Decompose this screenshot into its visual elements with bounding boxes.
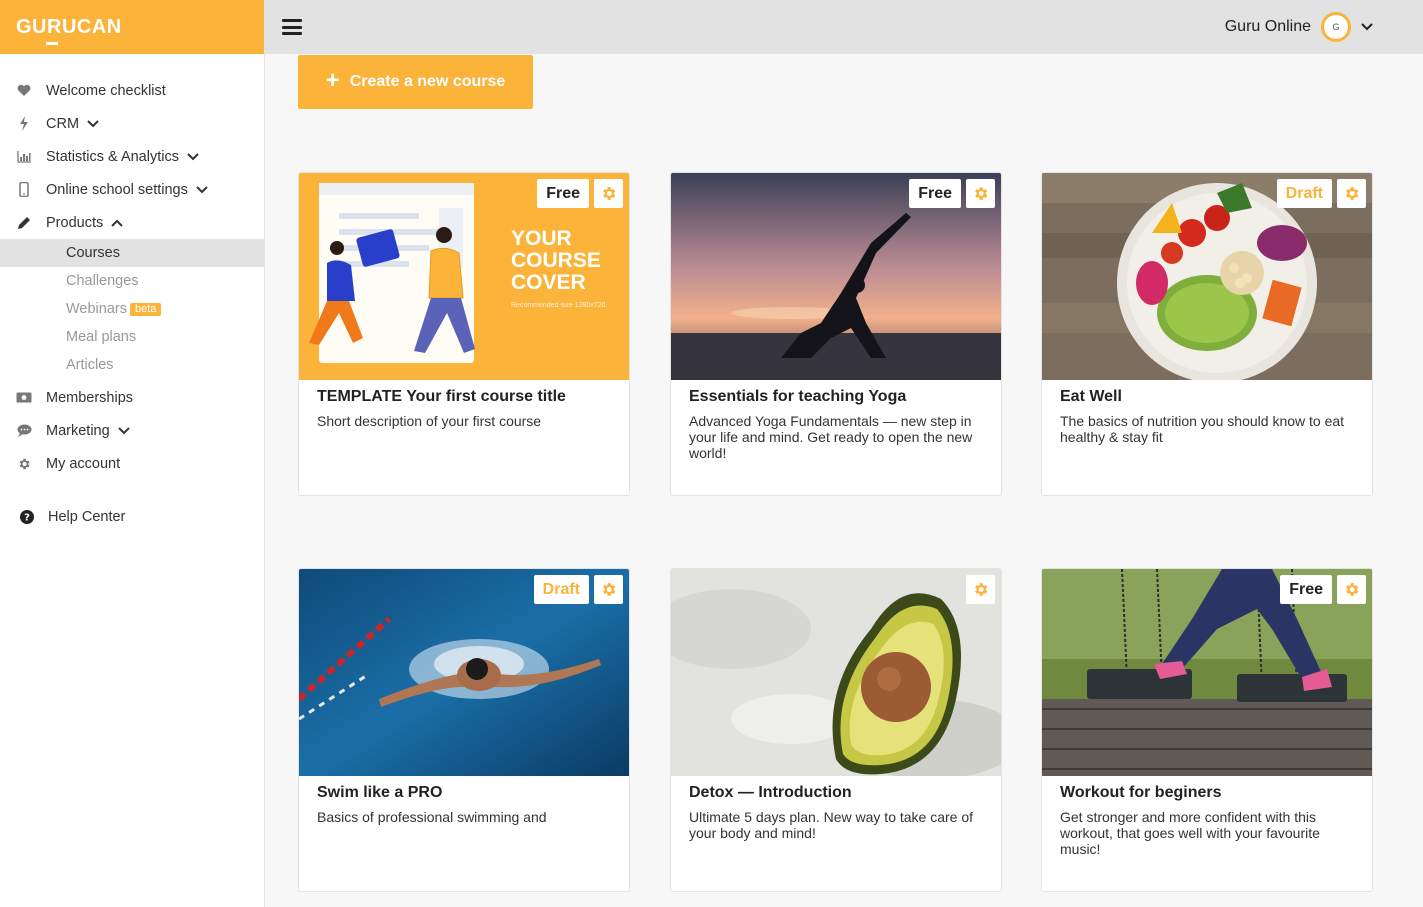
course-card[interactable]: Draft Swim like a PRO Basics of professi… <box>298 568 630 892</box>
heart-icon <box>16 83 32 99</box>
sidebar-subitem-webinars[interactable]: Webinars beta <box>0 295 264 323</box>
subitem-label: Courses <box>66 245 120 261</box>
logo-underline <box>46 41 58 45</box>
sidebar-subitem-challenges[interactable]: Challenges <box>0 267 264 295</box>
products-submenu: Courses Challenges Webinars beta Meal pl… <box>0 239 264 379</box>
money-icon <box>16 390 32 406</box>
course-description: Ultimate 5 days plan. New way to take ca… <box>689 809 974 841</box>
status-badge: Free <box>909 179 961 208</box>
logo-text: GURUCAN <box>16 15 122 38</box>
chevron-down-icon[interactable] <box>117 426 130 435</box>
course-description: Basics of professional swimming and <box>317 809 547 825</box>
course-title[interactable]: Detox — Introduction <box>689 784 852 802</box>
course-description: The basics of nutrition you should know … <box>1060 413 1345 445</box>
sidebar-item-label: Marketing <box>46 422 110 439</box>
chat-icon <box>16 423 32 439</box>
course-title[interactable]: TEMPLATE Your first course title <box>317 388 566 406</box>
sidebar-subitem-articles[interactable]: Articles <box>0 351 264 379</box>
cover-text: COURSE <box>511 249 601 272</box>
settings-gear-icon[interactable] <box>594 575 623 604</box>
settings-gear-icon[interactable] <box>966 575 995 604</box>
sidebar-item-my-account[interactable]: My account <box>0 447 264 480</box>
course-title[interactable]: Swim like a PRO <box>317 784 442 802</box>
sidebar-item-label: Online school settings <box>46 181 188 198</box>
sidebar-subitem-meal-plans[interactable]: Meal plans <box>0 323 264 351</box>
sidebar-item-label: Statistics & Analytics <box>46 148 179 165</box>
sidebar-subitem-courses[interactable]: Courses <box>0 239 264 267</box>
subitem-label: Articles <box>66 357 114 373</box>
sidebar-item-marketing[interactable]: Marketing <box>0 414 264 447</box>
avatar-initial: G <box>1332 22 1340 32</box>
chevron-up-icon[interactable] <box>111 219 123 227</box>
sidebar-item-welcome-checklist[interactable]: Welcome checklist <box>0 74 264 107</box>
sidebar-item-help-center[interactable]: ? Help Center <box>0 500 264 533</box>
status-badge: Free <box>537 179 589 208</box>
sidebar-item-statistics[interactable]: Statistics & Analytics <box>0 140 264 173</box>
course-title[interactable]: Workout for beginers <box>1060 784 1222 802</box>
sidebar-item-label: Products <box>46 214 104 231</box>
sidebar-nav-secondary: Memberships Marketing My account ? Help … <box>0 379 264 533</box>
course-title[interactable]: Eat Well <box>1060 388 1122 406</box>
gear-icon <box>16 456 32 472</box>
sidebar-item-online-school-settings[interactable]: Online school settings <box>0 173 264 206</box>
course-card[interactable]: Free Workout for beginers Get stronger a… <box>1041 568 1373 892</box>
cover-text: COVER <box>511 271 586 294</box>
user-menu[interactable]: Guru Online G <box>1225 0 1373 54</box>
beta-badge: beta <box>129 302 162 316</box>
sidebar-item-products[interactable]: Products <box>0 206 264 239</box>
sidebar-item-label: Welcome checklist <box>46 82 166 99</box>
settings-gear-icon[interactable] <box>1337 575 1366 604</box>
subitem-label: Challenges <box>66 273 139 289</box>
svg-text:?: ? <box>24 512 30 523</box>
create-course-button[interactable]: + Create a new course <box>298 55 533 109</box>
settings-gear-icon[interactable] <box>966 179 995 208</box>
bar-chart-icon <box>16 149 32 165</box>
course-cover-image <box>671 569 1001 776</box>
sidebar: GURUCAN Welcome checklist CRM Statistics… <box>0 0 265 907</box>
status-badge: Draft <box>1276 179 1332 208</box>
status-badge: Free <box>1280 575 1332 604</box>
course-card[interactable]: Free Essentials for teaching Yoga Advanc… <box>670 172 1002 496</box>
subitem-label: Webinars <box>66 301 127 317</box>
chevron-down-icon[interactable] <box>87 119 99 128</box>
course-description: Get stronger and more confident with thi… <box>1060 809 1320 857</box>
sidebar-item-memberships[interactable]: Memberships <box>0 381 264 414</box>
cover-note: Recommended size 1280x720 <box>511 302 606 309</box>
logo-bar: GURUCAN <box>0 0 264 54</box>
sidebar-item-label: Memberships <box>46 389 134 406</box>
course-card[interactable]: Draft Eat Well The basics of nutrition y… <box>1041 172 1373 496</box>
status-badge: Draft <box>533 575 589 604</box>
sidebar-nav: Welcome checklist CRM Statistics & Analy… <box>0 54 264 239</box>
course-description: Advanced Yoga Fundamentals — new step in… <box>689 413 973 461</box>
topbar: Guru Online G <box>265 0 1423 54</box>
gurucan-logo[interactable]: GURUCAN <box>16 15 122 45</box>
chevron-down-icon[interactable] <box>187 152 199 161</box>
phone-icon <box>16 182 32 198</box>
sidebar-item-label: Help Center <box>48 508 126 525</box>
chevron-down-icon[interactable] <box>196 185 208 194</box>
course-description: Short description of your first course <box>317 413 542 429</box>
question-circle-icon: ? <box>19 509 35 525</box>
bolt-icon <box>16 116 32 132</box>
cover-text: YOUR <box>511 227 572 250</box>
course-card[interactable]: YOUR COURSE COVER Recommended size 1280x… <box>298 172 630 496</box>
create-course-label: Create a new course <box>349 73 506 90</box>
settings-gear-icon[interactable] <box>594 179 623 208</box>
course-title[interactable]: Essentials for teaching Yoga <box>689 388 906 406</box>
course-card[interactable]: Detox — Introduction Ultimate 5 days pla… <box>670 568 1002 892</box>
pencil-icon <box>16 215 32 231</box>
settings-gear-icon[interactable] <box>1337 179 1366 208</box>
plus-icon: + <box>325 67 340 94</box>
sidebar-item-label: My account <box>46 455 121 472</box>
chevron-down-icon[interactable] <box>1361 18 1373 36</box>
hamburger-menu-icon[interactable] <box>282 19 302 35</box>
sidebar-item-crm[interactable]: CRM <box>0 107 264 140</box>
sidebar-item-label: CRM <box>46 115 80 132</box>
avatar: G <box>1321 12 1351 42</box>
subitem-label: Meal plans <box>66 329 137 345</box>
user-name: Guru Online <box>1224 18 1311 35</box>
